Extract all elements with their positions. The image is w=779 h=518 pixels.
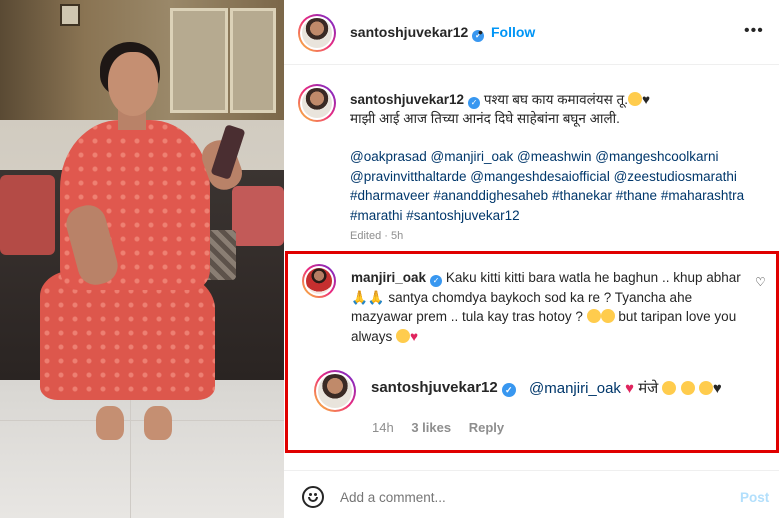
hugging-face-icon <box>698 381 713 395</box>
post-button[interactable]: Post <box>740 490 769 505</box>
reply-time: 14h <box>372 420 394 435</box>
tag-link[interactable]: @mangeshcoolkarni <box>595 149 718 164</box>
header-username[interactable]: santoshjuvekar12 ✓ <box>350 24 485 42</box>
like-comment-icon[interactable]: ♡ <box>755 275 766 289</box>
reply-button[interactable]: Reply <box>469 420 504 435</box>
comment-username[interactable]: manjiri_oak <box>351 270 426 285</box>
comment: manjiri_oak ✓ Kaku kitti kitti bara watla… <box>351 268 746 346</box>
more-options-icon[interactable]: ••• <box>744 22 764 40</box>
tag-link[interactable]: @meashwin <box>517 149 591 164</box>
comment-avatar[interactable] <box>302 264 336 298</box>
caption-tags: @oakprasad @manjiri_oak @meashwin @mange… <box>350 147 760 225</box>
caption-line2: माझी आई आज तिच्या आनंद दिघे साहेबांना बघ… <box>350 111 620 126</box>
reply-likes-button[interactable]: 3 likes <box>411 420 451 435</box>
verified-icon: ✓ <box>430 275 443 287</box>
tag-link[interactable]: #thane <box>616 188 657 203</box>
verified-icon: ✓ <box>501 383 516 397</box>
tag-link[interactable]: #maharashtra <box>661 188 744 203</box>
reply-avatar[interactable] <box>314 370 356 412</box>
tag-link[interactable]: #marathi <box>350 208 403 223</box>
tag-link[interactable]: @oakprasad <box>350 149 427 164</box>
tag-link[interactable]: #ananddighesaheb <box>433 188 548 203</box>
hugging-face-icon <box>627 92 642 106</box>
tag-link[interactable]: #thanekar <box>552 188 612 203</box>
red-heart-icon: ♥ <box>625 380 635 397</box>
caption-username[interactable]: santoshjuvekar12 <box>350 92 464 107</box>
reply-mention[interactable]: @manjiri_oak <box>529 380 621 397</box>
red-heart-icon: ♥ <box>410 328 419 344</box>
post-detail-pane: santoshjuvekar12 ✓ • Follow ••• santoshju… <box>284 0 779 518</box>
tag-link[interactable]: @mangeshdesaiofficial <box>470 169 610 184</box>
tag-link[interactable]: #santoshjuvekar12 <box>406 208 519 223</box>
grinning-face-icon <box>586 309 601 323</box>
reply-meta: 14h 3 likes Reply <box>372 420 518 435</box>
add-comment-row: Post <box>284 470 779 518</box>
emoji-picker-icon[interactable] <box>302 486 324 508</box>
comment-input[interactable] <box>340 490 690 505</box>
follow-button[interactable]: Follow <box>491 24 535 40</box>
tag-link[interactable]: @manjiri_oak <box>431 149 514 164</box>
caption: santoshjuvekar12 ✓ पश्या बघ काय कमावलंयस … <box>350 90 760 128</box>
caption-line1: पश्या बघ काय कमावलंयस तू. <box>483 92 628 107</box>
black-heart-icon: ♥ <box>712 380 722 397</box>
folded-hands-icon: 🙏🙏 <box>351 289 385 305</box>
header-avatar[interactable] <box>298 14 336 52</box>
header-separator: • <box>478 24 483 40</box>
verified-icon: ✓ <box>468 97 481 109</box>
heart-eyes-icon <box>396 328 411 343</box>
post-media[interactable] <box>0 0 284 518</box>
reply-body: मंजे <box>638 380 659 397</box>
tag-link[interactable]: #dharmaveer <box>350 188 430 203</box>
hugging-face-icon <box>680 381 695 395</box>
comment-text1: Kaku kitti kitti bara watla he baghun ..… <box>445 270 741 285</box>
grinning-face-icon <box>600 309 615 323</box>
black-heart-icon: ♥ <box>641 92 650 107</box>
laughing-face-icon <box>662 381 677 395</box>
reply-text: @manjiri_oak ♥ मंजे ♥ <box>529 378 722 398</box>
tag-link[interactable]: @pravinvitthaltarde <box>350 169 467 184</box>
tag-link[interactable]: @zeestudiosmarathi <box>614 169 737 184</box>
reply-username[interactable]: santoshjuvekar12 ✓ <box>371 379 516 397</box>
edited-label: Edited · 5h <box>350 230 404 242</box>
caption-avatar[interactable] <box>298 84 336 122</box>
